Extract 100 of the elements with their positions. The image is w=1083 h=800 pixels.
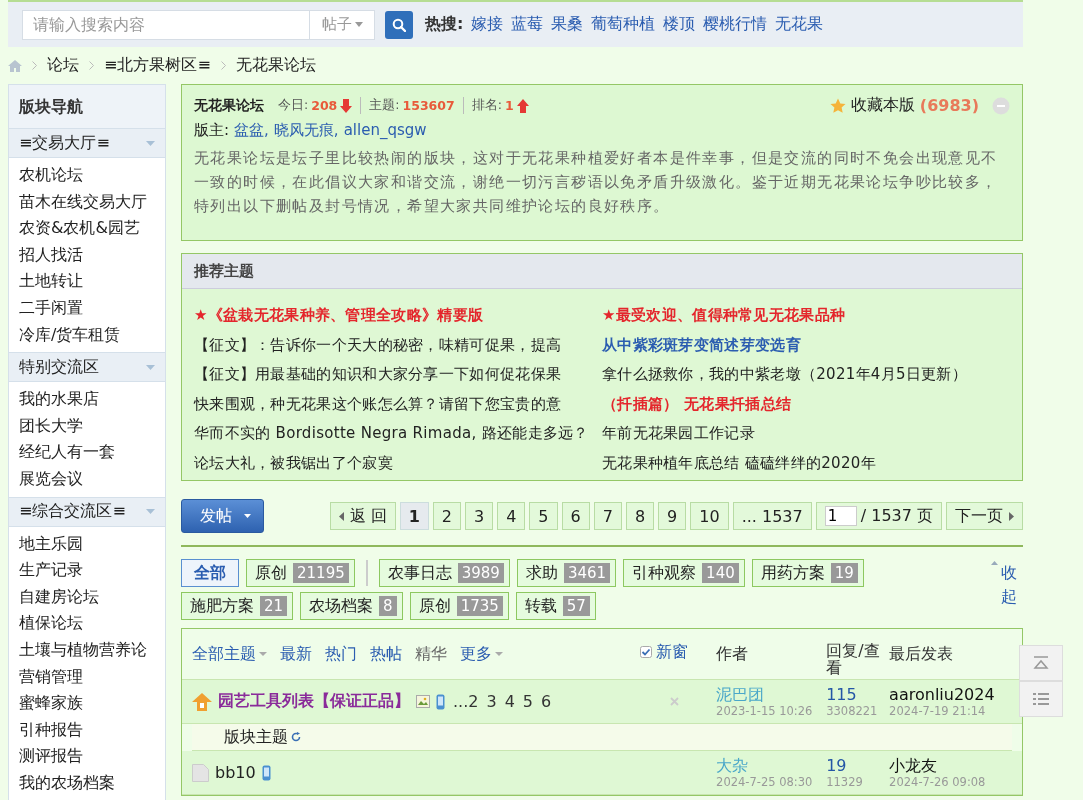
hot-keyword-link[interactable]: 楼顶 [663, 14, 696, 35]
recommended-thread-link[interactable]: 【征文】：告诉你一个天大的秘密，味精可促果，提高 [194, 330, 602, 360]
sidebar-item[interactable]: 展览会议 [19, 465, 165, 493]
new-post-button[interactable]: 发帖 [181, 499, 264, 533]
recommended-thread-link[interactable]: 快来围观，种无花果这个账怎么算？请留下您宝贵的意 [194, 389, 602, 419]
sidebar-item[interactable]: 团长大学 [19, 412, 165, 440]
breadcrumb-link[interactable]: 论坛 [47, 55, 79, 76]
page-link[interactable]: 8 [625, 502, 655, 530]
page-link[interactable]: 10 [690, 502, 729, 530]
total-pages-label: / 1537 页 [860, 505, 933, 527]
filter-tag[interactable]: 转载 57 [515, 592, 596, 620]
filter-tag[interactable]: 农场档案 8 [300, 592, 403, 620]
sidebar-item[interactable]: 经纪人有一套 [19, 439, 165, 466]
back-to-top-button[interactable] [1019, 645, 1063, 681]
filter-tag[interactable]: 引种观察 140 [623, 559, 745, 587]
sidebar-item[interactable]: 测评报告 [19, 743, 165, 770]
page-link[interactable]: 7 [593, 502, 622, 530]
breadcrumb-link[interactable]: 无花果论坛 [235, 55, 316, 76]
thread-page-link[interactable]: 3 [486, 692, 497, 711]
next-page-button[interactable]: 下一页 [946, 502, 1023, 530]
moderator-link[interactable]: allen_qsgw [343, 121, 427, 140]
recommended-thread-link[interactable]: 华而不实的 Bordisotte Negra Rimada, 路还能走多远？ [194, 419, 602, 449]
recommended-thread-link[interactable]: ★最受欢迎、值得种常见无花果品种 [602, 301, 1022, 331]
filter-tag[interactable]: 原创 21195 [246, 559, 355, 587]
sidebar-item[interactable]: 植保论坛 [19, 610, 165, 637]
sidebar-item[interactable]: 自建房论坛 [19, 583, 165, 611]
filter-tab[interactable]: 更多 [460, 643, 503, 665]
sidebar-group-header[interactable]: ≡综合交流区≡ [9, 497, 165, 527]
recommended-thread-link[interactable]: ★《盆栽无花果种养、管理全攻略》精要版 [194, 301, 602, 331]
hot-keyword-link[interactable]: 蓝莓 [511, 14, 544, 35]
breadcrumb-link[interactable]: ≡北方果树区≡ [104, 55, 211, 76]
thread-title-link[interactable]: bb10 [215, 763, 256, 782]
page-link[interactable]: 9 [658, 502, 687, 530]
hot-keyword-link[interactable]: 无花果 [775, 14, 824, 35]
sidebar-item[interactable]: 地主乐园 [19, 530, 165, 558]
page-link[interactable]: 4 [497, 502, 526, 530]
filter-tab[interactable]: 全部主题 [192, 643, 267, 665]
recommended-thread-link[interactable]: 【征文】用最基础的知识和大家分享一下如何促花保果 [194, 360, 602, 390]
filter-tab[interactable]: 热门 [325, 643, 357, 665]
sidebar-item[interactable]: 冷库/货车租赁 [19, 321, 165, 349]
sidebar-item[interactable]: 二手闲置 [19, 294, 165, 322]
filter-tab[interactable]: 热帖 [370, 643, 402, 665]
moderator-link[interactable]: 晓风无痕, [273, 121, 339, 140]
thread-page-link[interactable]: 6 [541, 692, 552, 711]
sidebar-item[interactable]: 苗木在线交易大厅 [19, 188, 165, 216]
sidebar-item[interactable]: 农资&农机&园艺 [19, 215, 165, 242]
hot-keyword-link[interactable]: 樱桃行情 [703, 14, 768, 35]
sidebar-item[interactable]: 营销管理 [19, 663, 165, 691]
hot-keyword-link[interactable]: 果桑 [551, 14, 584, 35]
sidebar-item[interactable]: 蜜蜂家族 [19, 690, 165, 717]
filter-tab[interactable]: 最新 [280, 643, 312, 665]
sidebar-item[interactable]: 引种报告 [19, 716, 165, 744]
page-number-field[interactable]: 1 [824, 506, 857, 526]
reply-count[interactable]: 115 [826, 685, 890, 704]
thread-page-link[interactable]: 5 [522, 692, 533, 711]
hot-keyword-link[interactable]: 嫁接 [471, 14, 504, 35]
favorite-link[interactable]: 收藏本版 [850, 95, 915, 116]
filter-tab[interactable]: 精华 [415, 643, 447, 665]
star-icon [829, 97, 846, 114]
filter-tag[interactable]: 全部 [181, 559, 239, 587]
sidebar-item[interactable]: 土地转让 [19, 268, 165, 295]
hot-keyword-link[interactable]: 葡萄种植 [591, 14, 656, 35]
thread-title-link[interactable]: 园艺工具列表【保证正品】 [218, 691, 410, 712]
filter-tag[interactable]: 施肥方案 21 [181, 592, 294, 620]
sidebar-item[interactable]: 农机论坛 [19, 162, 165, 189]
thread-page-link[interactable]: ...2 [453, 692, 479, 711]
thread-page-link[interactable]: 4 [504, 692, 515, 711]
sidebar-group-header[interactable]: 特别交流区 [9, 353, 165, 383]
sidebar-item[interactable]: 生产记录 [19, 557, 165, 584]
filter-tag[interactable]: 用药方案 19 [751, 559, 864, 587]
sidebar-item[interactable]: 我的农场档案 [19, 769, 165, 797]
page-link[interactable]: ... 1537 [732, 502, 812, 530]
recommended-thread-link[interactable]: 从中紫彩斑芽变简述芽变选育 [602, 330, 1022, 360]
page-link[interactable]: 3 [465, 502, 494, 530]
new-window-checkbox[interactable]: 新窗 [640, 641, 716, 663]
page-link[interactable]: 5 [529, 502, 558, 530]
page-link[interactable]: 1 [399, 502, 429, 530]
recommended-thread-link[interactable]: 无花果种植年底总结 磕磕绊绊的2020年 [602, 448, 1022, 478]
search-field[interactable]: 请输入搜索内容 [22, 9, 310, 40]
recommended-thread-link[interactable]: （扦插篇） 无花果扦插总结 [602, 389, 1022, 419]
search-button[interactable] [385, 10, 413, 39]
list-view-button[interactable] [1019, 681, 1063, 717]
sidebar-item[interactable]: 我的水果店 [19, 386, 165, 413]
moderator-link[interactable]: 盆盆, [234, 121, 269, 140]
previous-page-button[interactable]: 返 回 [329, 502, 396, 530]
last-poster-link[interactable]: 小龙友 [889, 756, 1012, 775]
recommended-thread-link[interactable]: 拿什么拯救你，我的中紫老墩（2021年4月5日更新） [602, 360, 1022, 390]
sidebar-item[interactable]: 招人找活 [19, 241, 165, 269]
filter-tag[interactable]: 农事日志 3989 [378, 559, 510, 587]
filter-tag[interactable]: 原创 1735 [409, 592, 509, 620]
collapse-link[interactable]: 收起 [991, 559, 1017, 620]
recommended-thread-link[interactable]: 年前无花果园工作记录 [602, 419, 1022, 449]
page-link[interactable]: 6 [561, 502, 590, 530]
recommended-thread-link[interactable]: 论坛大礼，被我锯出了个寂寞 [194, 448, 602, 478]
reply-count[interactable]: 19 [826, 756, 890, 775]
sidebar-item[interactable]: 土壤与植物营养论 [19, 636, 165, 664]
filter-tag[interactable]: 求助 3461 [516, 559, 617, 587]
last-poster-link[interactable]: aaronliu2024 [889, 685, 1012, 704]
page-link[interactable]: 2 [432, 502, 461, 530]
sidebar-group-header[interactable]: ≡交易大厅≡ [9, 129, 165, 158]
